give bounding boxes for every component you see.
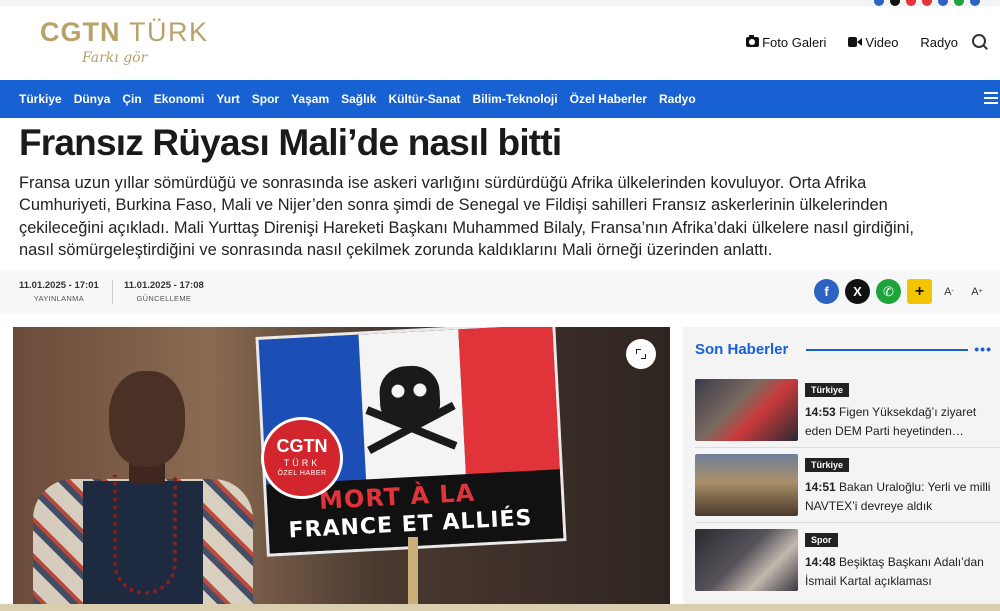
font-decrease-icon: A <box>944 285 952 298</box>
share-bar: f X ✆ + A- A + <box>814 279 988 304</box>
video-label: Video <box>865 34 899 50</box>
nav-item-cin[interactable]: Çin <box>122 92 141 106</box>
fullscreen-button[interactable] <box>626 339 656 369</box>
photo-gallery-label: Foto Galeri <box>762 34 827 50</box>
site-header: CGTN TÜRK Farkı gör Foto Galeri Video Ra… <box>0 6 1000 80</box>
radio-label: Radyo <box>920 34 958 50</box>
site-logo[interactable]: CGTN TÜRK Farkı gör <box>40 18 209 66</box>
badge-sub: TÜRK <box>283 458 321 468</box>
nav-item-dunya[interactable]: Dünya <box>74 92 111 106</box>
news-thumbnail[interactable] <box>695 454 798 516</box>
article-summary: Fransa uzun yıllar sömürdüğü ve sonrasın… <box>19 172 999 261</box>
exclusive-badge: CGTN TÜRK ÖZEL HABER <box>261 417 343 499</box>
radio-link[interactable]: Radyo <box>920 35 958 50</box>
whatsapp-icon: ✆ <box>883 283 894 299</box>
news-headline[interactable]: 14:51 Bakan Uraloğlu: Yerli ve milli NAV… <box>805 478 995 516</box>
facebook-share-button[interactable]: f <box>814 279 839 304</box>
logo-tagline: Farkı gör <box>82 50 148 66</box>
facebook-icon: f <box>824 284 829 299</box>
badge-note: ÖZEL HABER <box>277 470 327 477</box>
hero-person <box>13 347 273 611</box>
summary-line: Cumhuriyeti, Burkina Faso, Mali ve Nijer… <box>19 196 888 215</box>
news-headline[interactable]: 14:53 Figen Yüksekdağ’ı ziyaret eden DEM… <box>805 403 995 441</box>
news-category[interactable]: Türkiye <box>805 458 850 472</box>
font-decrease-button[interactable]: A- <box>938 279 960 304</box>
expand-icon <box>636 349 646 359</box>
nav-item-spor[interactable]: Spor <box>252 92 279 106</box>
nav-item-ekonomi[interactable]: Ekonomi <box>154 92 205 106</box>
news-item[interactable]: Türkiye 14:51 Bakan Uraloğlu: Yerli ve m… <box>695 454 1000 522</box>
summary-line: çekileceğini açıkladı. Mali Yurttaş Dire… <box>19 218 914 237</box>
news-thumbnail[interactable] <box>695 529 798 591</box>
hero-image[interactable]: MORT À LA FRANCE ET ALLIÉS CGTN TÜRK ÖZE… <box>13 327 670 611</box>
heading-underline <box>806 349 968 351</box>
font-increase-icon: A <box>971 285 979 298</box>
article-title: Fransız Rüyası Mali’de nasıl bitti <box>19 122 562 163</box>
nav-item-saglik[interactable]: Sağlık <box>341 92 376 106</box>
news-category[interactable]: Spor <box>805 533 838 547</box>
x-share-button[interactable]: X <box>845 279 870 304</box>
main-nav: Türkiye Dünya Çin Ekonomi Yurt Spor Yaşa… <box>0 80 1000 118</box>
nav-item-kultur-sanat[interactable]: Kültür-Sanat <box>388 92 460 106</box>
font-decrease-sign: - <box>951 288 954 295</box>
latest-news-panel: Son Haberler ••• Türkiye 14:53 Figen Yük… <box>683 327 1000 611</box>
news-headline[interactable]: 14:48 Beşiktaş Başkanı Adalı’dan İsmail … <box>805 553 995 591</box>
summary-line: Fransa uzun yıllar sömürdüğü ve sonrasın… <box>19 174 867 192</box>
news-divider <box>695 447 1000 448</box>
search-icon[interactable] <box>972 34 988 50</box>
published-meta: 11.01.2025 - 17:01 YAYINLANMA <box>19 280 99 303</box>
meta-divider <box>112 280 113 304</box>
x-icon: X <box>853 284 862 299</box>
photo-gallery-link[interactable]: Foto Galeri <box>746 35 826 50</box>
logo-text: CGTN TÜRK <box>40 18 209 46</box>
nav-item-yasam[interactable]: Yaşam <box>291 92 329 106</box>
nav-item-turkiye[interactable]: Türkiye <box>19 92 62 106</box>
article-meta-row: 11.01.2025 - 17:01 YAYINLANMA 11.01.2025… <box>0 270 1000 314</box>
nav-item-radyo[interactable]: Radyo <box>659 92 696 106</box>
more-icon[interactable]: ••• <box>974 341 992 357</box>
news-category[interactable]: Türkiye <box>805 383 850 397</box>
published-label: YAYINLANMA <box>33 294 84 303</box>
updated-meta: 11.01.2025 - 17:08 GÜNCELLEME <box>124 280 204 303</box>
news-item[interactable]: Türkiye 14:53 Figen Yüksekdağ’ı ziyaret … <box>695 379 1000 447</box>
news-divider <box>695 522 1000 523</box>
updated-time: 11.01.2025 - 17:08 <box>124 280 204 291</box>
news-item[interactable]: Spor 14:48 Beşiktaş Başkanı Adalı’dan İs… <box>695 529 1000 597</box>
published-time: 11.01.2025 - 17:01 <box>19 280 99 291</box>
nav-item-yurt[interactable]: Yurt <box>216 92 239 106</box>
header-links: Foto Galeri Video Radyo <box>746 34 988 50</box>
bottom-strip <box>0 604 1000 611</box>
font-increase-button[interactable]: A + <box>966 279 988 304</box>
font-increase-sign: + <box>978 288 983 295</box>
news-thumbnail[interactable] <box>695 379 798 441</box>
badge-main: CGTN <box>276 436 328 456</box>
video-link[interactable]: Video <box>848 35 898 50</box>
news-time: 14:51 <box>805 480 836 494</box>
camera-icon <box>746 35 760 47</box>
video-icon <box>848 37 863 47</box>
logo-suffix: TÜRK <box>129 17 209 47</box>
news-time: 14:48 <box>805 555 836 569</box>
news-time: 14:53 <box>805 405 836 419</box>
logo-main: CGTN <box>40 17 121 47</box>
nav-item-bilim-teknoloji[interactable]: Bilim-Teknoloji <box>472 92 557 106</box>
summary-line: nasıl sömürgeleştirdiğini ve sonrasında … <box>19 240 773 259</box>
latest-news-heading[interactable]: Son Haberler <box>695 341 788 358</box>
whatsapp-share-button[interactable]: ✆ <box>876 279 901 304</box>
updated-label: GÜNCELLEME <box>136 294 192 303</box>
plus-icon: + <box>914 282 925 300</box>
hamburger-icon[interactable] <box>984 92 998 104</box>
more-share-button[interactable]: + <box>907 279 932 304</box>
nav-item-ozel-haberler[interactable]: Özel Haberler <box>570 92 647 106</box>
